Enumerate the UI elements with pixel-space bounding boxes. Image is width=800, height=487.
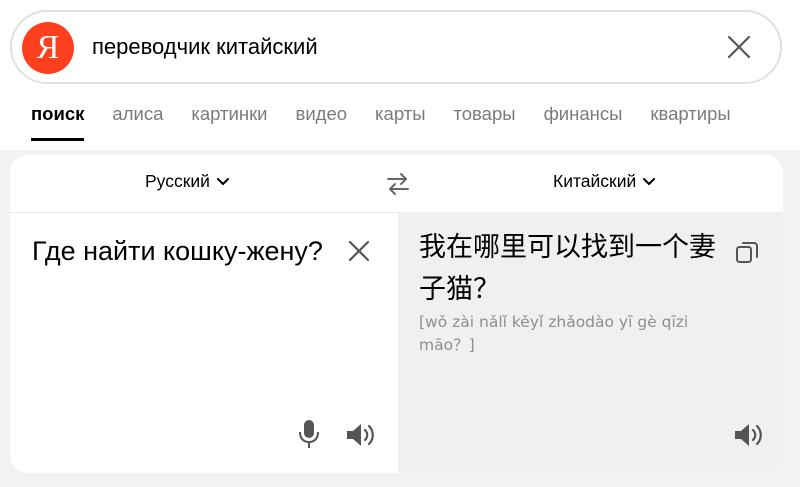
target-language-select[interactable]: Китайский [553, 171, 656, 192]
search-input[interactable]: переводчик китайский [92, 12, 652, 82]
speaker-icon[interactable] [733, 421, 765, 449]
speaker-icon[interactable] [345, 421, 377, 449]
search-tabs: поиск алиса картинки видео карты товары … [31, 103, 731, 141]
header: Я переводчик китайский поиск алиса карти… [0, 0, 800, 150]
translation-pane: 我在哪里可以找到一个妻子猫？ [wǒ zài nǎlǐ kěyǐ zhǎodào… [398, 213, 783, 473]
close-icon[interactable] [724, 32, 754, 62]
translator-card: Русский Китайский Где найти кошку-жену? [10, 155, 783, 473]
copy-icon[interactable] [734, 239, 760, 265]
tab-finance[interactable]: финансы [544, 103, 623, 141]
chevron-down-icon [216, 177, 229, 185]
source-pane: Где найти кошку-жену? [10, 213, 398, 473]
tab-products[interactable]: товары [454, 103, 516, 141]
tab-alice[interactable]: алиса [112, 103, 163, 141]
tab-search[interactable]: поиск [31, 103, 85, 141]
close-icon[interactable] [345, 237, 373, 265]
source-text-input[interactable]: Где найти кошку-жену? [32, 231, 332, 271]
target-language-label: Китайский [553, 171, 637, 191]
translation-text: 我在哪里可以找到一个妻子猫？ [419, 232, 716, 305]
pinyin-transcription: [wǒ zài nǎlǐ kěyǐ zhǎodào yī gè qīzi māo… [419, 313, 689, 354]
tab-apartments[interactable]: квартиры [650, 103, 730, 141]
language-bar: Русский Китайский [10, 155, 783, 213]
source-language-select[interactable]: Русский [145, 171, 230, 192]
swap-languages-icon[interactable] [385, 171, 411, 197]
yandex-logo[interactable]: Я [22, 22, 74, 74]
tab-maps[interactable]: карты [375, 103, 425, 141]
chevron-down-icon [643, 177, 656, 185]
microphone-icon[interactable] [298, 419, 320, 449]
source-language-label: Русский [145, 171, 210, 191]
search-bar[interactable]: Я переводчик китайский [10, 10, 782, 84]
tab-video[interactable]: видео [296, 103, 348, 141]
tab-images[interactable]: картинки [191, 103, 267, 141]
